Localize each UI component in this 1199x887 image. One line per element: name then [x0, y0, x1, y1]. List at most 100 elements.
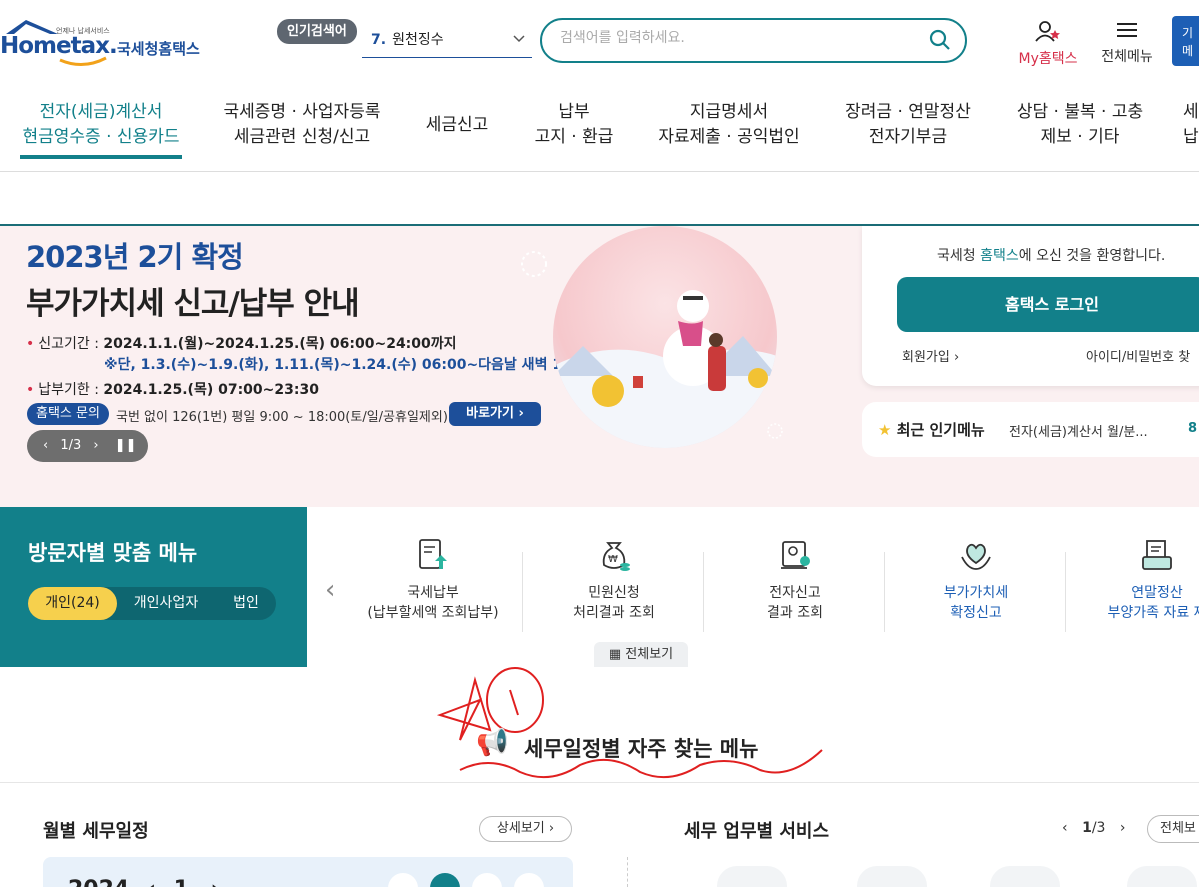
main-nav: 전자(세금)계산서 현금영수증 · 신용카드 국세증명 · 사업자등록 세금관련… [0, 80, 1199, 172]
header: 언제나 납세서비스 Hometax. 국세청홈택스 인기검색어 7. 원천징수 M… [0, 0, 1199, 80]
go-button-label: 바로가기 [466, 406, 514, 421]
divider [703, 552, 704, 632]
quick-item-civil-petition[interactable]: ₩ 민원신청 처리결과 조회 [524, 537, 704, 623]
quick-item-line2: 확정신고 [950, 605, 1002, 621]
quick-item-line2: 부양가족 자료 제 [1107, 605, 1199, 621]
business-all-button[interactable]: 전체보 [1147, 815, 1199, 843]
nav-line1: 국세증명 · 사업자등록 [223, 102, 381, 122]
snowflake-icon [767, 423, 783, 439]
pay-label: 납부기한 : [38, 382, 99, 398]
service-icon[interactable] [1127, 866, 1197, 887]
all-menu-label: 전체메뉴 [1101, 49, 1153, 65]
prev-slide-icon[interactable]: ‹ [43, 438, 48, 453]
nav-item-e-invoice[interactable]: 전자(세금)계산서 현금영수증 · 신용카드 [20, 100, 182, 159]
chevron-right-icon[interactable]: › [1120, 820, 1126, 836]
popular-search-select[interactable]: 7. 원천징수 [362, 28, 532, 58]
nav-item-statements[interactable]: 지급명세서 자료제출 · 공익법인 [652, 100, 806, 150]
star-icon: ★ [878, 421, 892, 439]
detail-button[interactable]: 상세보기 › [479, 816, 572, 842]
my-hometax-button[interactable]: My홈택스 [1012, 20, 1084, 68]
section-title-label: 세무일정별 자주 찾는 메뉴 [524, 737, 759, 761]
chevron-left-icon[interactable]: ‹ [1062, 820, 1068, 836]
nav-line1: 지급명세서 [689, 102, 769, 122]
monthly-schedule-title: 월별 세무일정 [43, 821, 149, 842]
nav-line2: 세금관련 신청/신고 [233, 127, 371, 147]
nav-line1: 세금신고 [425, 115, 489, 135]
divider [627, 857, 628, 887]
calendar-day[interactable] [514, 873, 544, 887]
report-note: ※단, 1.3.(수)~1.9.(화), 1.11.(목)~1.24.(수) 0… [104, 357, 588, 373]
chevron-left-icon[interactable]: ‹ [325, 575, 335, 605]
quick-item-year-end-settlement[interactable]: 연말정산 부양가족 자료 제 [1067, 537, 1199, 623]
welcome-post: 에 오신 것을 환영합니다. [1018, 248, 1166, 264]
quick-item-line1: 국세납부 [407, 585, 459, 601]
divider [884, 552, 885, 632]
quick-item-tax-payment[interactable]: 국세납부 (납부할세액 조회납부) [343, 537, 523, 623]
corner-button-line2: 메 [1182, 44, 1194, 58]
quick-item-e-filing-result[interactable]: 전자신고 결과 조회 [705, 537, 885, 623]
heart-hands-icon [961, 543, 991, 570]
my-hometax-label: My홈택스 [1018, 51, 1078, 67]
corner-blue-button[interactable]: 기 메 [1172, 16, 1199, 66]
handwritten-scribble-annotation [436, 667, 823, 779]
pause-icon[interactable]: ❚❚ [115, 438, 137, 453]
prev-month-icon[interactable]: ‹ [147, 877, 156, 887]
login-button[interactable]: 홈택스 로그인 [897, 277, 1199, 332]
pager-current: 1 [1082, 820, 1092, 836]
quick-item-line1: 민원신청 [588, 585, 640, 601]
quick-item-vat-final[interactable]: 부가가치세 확정신고 [886, 537, 1066, 623]
service-icon[interactable] [990, 866, 1060, 887]
tab-individual[interactable]: 개인(24) [28, 587, 117, 620]
recent-title-label: 최근 인기메뉴 [896, 421, 985, 439]
e-filing-icon [781, 541, 810, 569]
hamburger-icon [1117, 23, 1137, 37]
tab-corporation[interactable]: 법인 [220, 587, 272, 620]
nav-item-tax-filing[interactable]: 세금신고 [418, 113, 496, 138]
all-menu-button[interactable]: 전체메뉴 [1096, 20, 1158, 66]
search-input[interactable] [560, 30, 920, 46]
tab-sole-proprietor[interactable]: 개인사업자 [120, 587, 212, 620]
go-button[interactable]: 바로가기 › [449, 402, 541, 426]
logo-korean: 국세청홈택스 [117, 40, 200, 58]
hometax-logo[interactable]: 언제나 납세서비스 Hometax. 국세청홈택스 [0, 16, 215, 68]
find-id-password-link[interactable]: 아이디/비밀번호 찾 [1086, 346, 1190, 365]
payment-deadline: • 납부기한 : 2024.1.25.(목) 07:00~23:30 [26, 382, 319, 398]
divider [0, 782, 1199, 783]
inquiry-badge: 홈택스 문의 [27, 403, 109, 425]
snowman-illustration [553, 226, 777, 448]
welcome-highlight: 홈택스 [980, 248, 1019, 264]
search-box [540, 18, 967, 63]
quick-item-line1: 연말정산 [1131, 585, 1183, 601]
nav-line2: 전자기부금 [868, 127, 948, 147]
document-tray-icon [1142, 540, 1172, 570]
next-slide-icon[interactable]: › [93, 438, 98, 453]
join-link[interactable]: 회원가입 › [902, 346, 959, 365]
service-icon[interactable] [717, 866, 787, 887]
nav-item-incentives[interactable]: 장려금 · 연말정산 전자기부금 [838, 100, 978, 150]
section-title: 세무일정별 자주 찾는 메뉴 [524, 733, 758, 763]
welcome-pre: 국세청 [937, 248, 981, 264]
quick-item-line1: 전자신고 [769, 585, 821, 601]
report-value: 2024.1.1.(월)~2024.1.25.(목) 06:00~24:00까지 [103, 336, 457, 352]
nav-item-certificates[interactable]: 국세증명 · 사업자등록 세금관련 신청/신고 [218, 100, 386, 150]
nav-item-more[interactable]: 세 납 [1183, 100, 1199, 150]
calendar-day-today[interactable] [430, 873, 460, 887]
nav-item-payment[interactable]: 납부 고지 · 환급 [525, 100, 623, 150]
calendar-day[interactable] [388, 873, 418, 887]
calendar-day[interactable] [472, 873, 502, 887]
popular-rank: 7. [371, 32, 387, 48]
calendar-month: 1 [174, 877, 189, 887]
report-period: • 신고기간 : 2024.1.1.(월)~2024.1.25.(목) 06:00… [26, 336, 457, 352]
recent-popular-item[interactable]: 전자(세금)계산서 월/분... [1009, 421, 1159, 440]
next-month-icon[interactable]: › [211, 877, 220, 887]
business-service-pager: ‹ 1/3 › [1062, 820, 1126, 836]
banner-title-1: 2023년 2기 확정 [26, 240, 244, 274]
inquiry-text: 국번 없이 126(1번) 평일 9:00 ~ 18:00(토/일/공휴일제외) [116, 410, 448, 425]
nav-item-consulting[interactable]: 상담 · 불복 · 고충 제보 · 기타 [1010, 100, 1150, 150]
service-icon[interactable] [857, 866, 927, 887]
nav-line2: 납 [1183, 127, 1199, 147]
pay-value: 2024.1.25.(목) 07:00~23:30 [103, 382, 319, 398]
search-icon[interactable] [929, 29, 951, 51]
welcome-text: 국세청 홈택스에 오신 것을 환영합니다. [937, 245, 1165, 265]
nav-line2: 현금영수증 · 신용카드 [22, 127, 180, 147]
